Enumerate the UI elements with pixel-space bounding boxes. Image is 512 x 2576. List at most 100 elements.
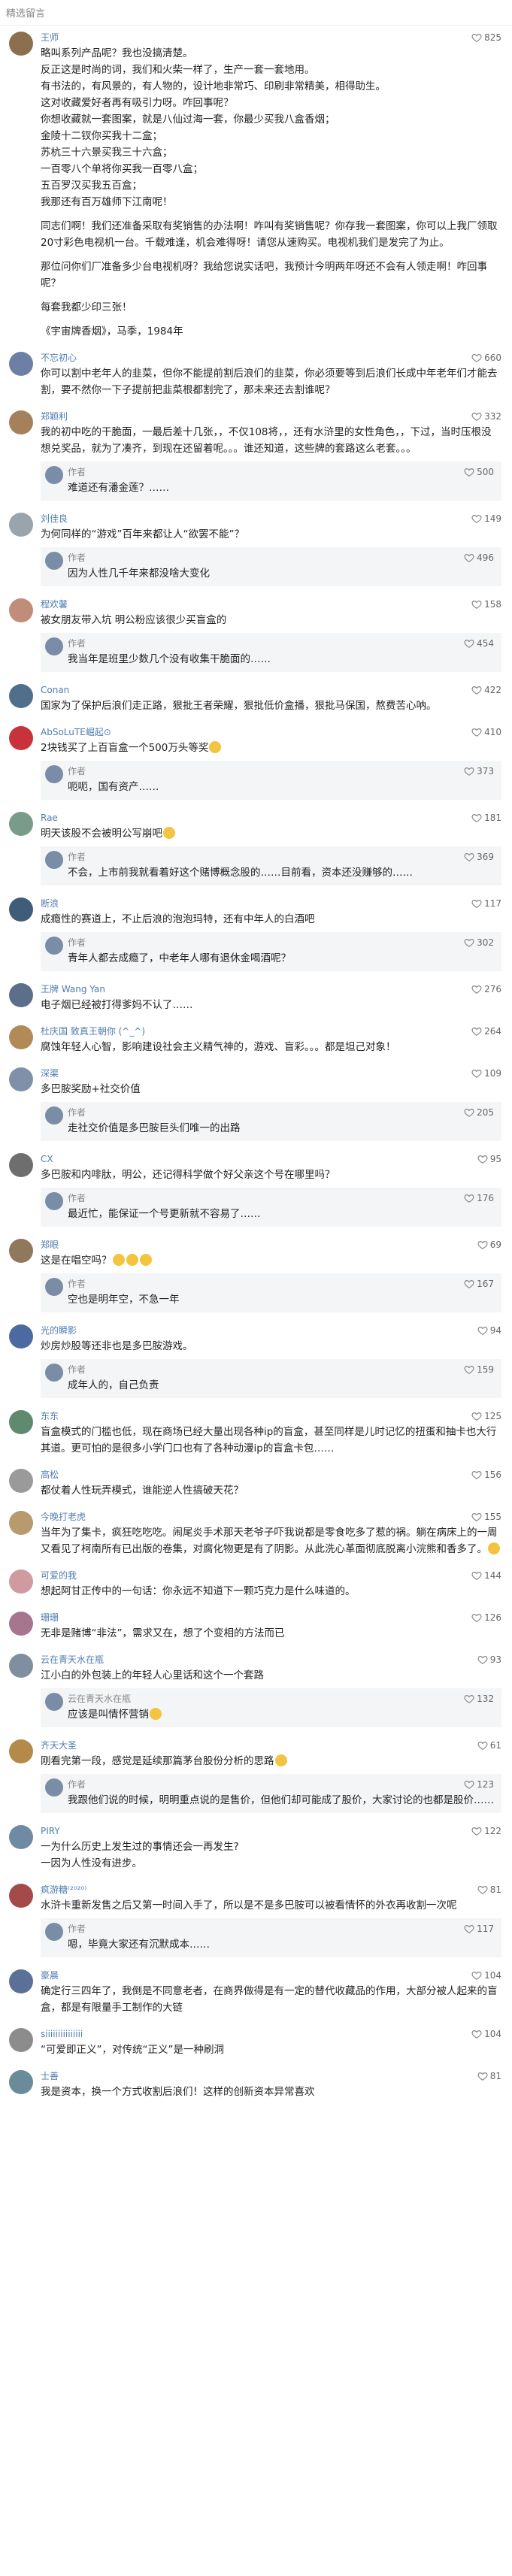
heart-icon	[471, 813, 482, 823]
like-button[interactable]: 95	[477, 1152, 501, 1167]
like-button[interactable]: 410	[471, 725, 501, 740]
avatar[interactable]	[9, 598, 33, 622]
like-button[interactable]: 117	[471, 896, 501, 911]
like-button[interactable]: 276	[471, 982, 501, 997]
comment-author[interactable]: 齐天大圣	[41, 1738, 501, 1753]
like-button[interactable]: 205	[464, 1105, 494, 1120]
like-button[interactable]: 176	[464, 1191, 494, 1206]
like-button[interactable]: 81	[477, 2069, 501, 2084]
avatar[interactable]	[9, 1239, 33, 1263]
like-button[interactable]: 825	[471, 30, 501, 45]
like-button[interactable]: 123	[464, 1777, 494, 1792]
comment-author[interactable]: 珊珊	[41, 1610, 501, 1625]
like-button[interactable]: 61	[477, 1738, 501, 1753]
comment-author[interactable]: 刘佳良	[41, 511, 501, 526]
avatar[interactable]	[9, 1067, 33, 1091]
like-button[interactable]: 104	[471, 2027, 501, 2042]
comment-author[interactable]: AbSoLuTE崛起⊙	[41, 725, 501, 740]
like-button[interactable]: 159	[464, 1362, 494, 1377]
avatar[interactable]	[9, 1969, 33, 1993]
avatar[interactable]	[9, 1739, 33, 1763]
like-button[interactable]: 496	[464, 550, 494, 565]
like-button[interactable]: 81	[477, 1882, 501, 1897]
like-button[interactable]: 454	[464, 636, 494, 651]
like-button[interactable]: 369	[464, 849, 494, 864]
comment-author[interactable]: 疯游糖⁽²⁰²⁰⁾	[41, 1882, 501, 1897]
comment-author[interactable]: 深渠	[41, 1066, 501, 1081]
comment-author[interactable]: 郑眼	[41, 1237, 501, 1252]
like-button[interactable]: 500	[464, 465, 494, 480]
comment-author[interactable]: 程欢馨	[41, 597, 501, 612]
avatar[interactable]	[9, 2070, 33, 2094]
like-button[interactable]: 373	[464, 764, 494, 779]
comment-author[interactable]: 杜庆国 致真王朝你 (^_^)	[41, 1024, 501, 1039]
like-button[interactable]: 660	[471, 350, 501, 365]
comment-list: 王师 825 略叫系列产品呢？我也没搞清楚。 反正这是时尚的词，我们和火柴一样了，生产…	[0, 26, 512, 2106]
like-button[interactable]: 132	[464, 1691, 494, 1706]
comment-author[interactable]: 王牌 Wang Yan	[41, 982, 501, 997]
comment-author[interactable]: 断浪	[41, 896, 501, 911]
avatar[interactable]	[9, 812, 33, 836]
avatar[interactable]	[9, 1410, 33, 1434]
comment-author[interactable]: 王师	[41, 30, 501, 45]
comment-author[interactable]: PIRY	[41, 1824, 501, 1839]
comment-author[interactable]: 今晚打老虎	[41, 1509, 501, 1524]
avatar[interactable]	[9, 1570, 33, 1594]
like-button[interactable]: 302	[464, 935, 494, 950]
avatar[interactable]	[9, 684, 33, 708]
comment-author[interactable]: Conan	[41, 683, 501, 698]
like-button[interactable]: 109	[471, 1066, 501, 1081]
like-button[interactable]: 104	[471, 1968, 501, 1983]
heart-icon	[471, 599, 482, 610]
avatar[interactable]	[9, 32, 33, 56]
comment-author[interactable]: 高松	[41, 1467, 501, 1482]
comment-author[interactable]: 郑颖利	[41, 409, 501, 424]
comment-author[interactable]: 云在青天水在瓶	[41, 1652, 501, 1667]
like-button[interactable]: 167	[464, 1276, 494, 1291]
comment-author[interactable]: 可爱的我	[41, 1568, 501, 1583]
comment-author[interactable]: CX	[41, 1152, 501, 1167]
avatar[interactable]	[9, 1324, 33, 1349]
like-button[interactable]: 264	[471, 1024, 501, 1039]
avatar[interactable]	[9, 2028, 33, 2052]
comment-author[interactable]: 不忘初心	[41, 350, 501, 365]
like-button[interactable]: 149	[471, 511, 501, 526]
avatar[interactable]	[9, 1025, 33, 1049]
comment-author[interactable]: 东东	[41, 1409, 501, 1424]
comment-text: 成瘾性的赛道上，不止后浪的泡泡玛特，还有中年人的白酒吧	[41, 913, 315, 925]
like-button[interactable]: 93	[477, 1652, 501, 1667]
like-button[interactable]: 155	[471, 1509, 501, 1524]
comment-author[interactable]: 光的瞬影	[41, 1323, 501, 1338]
like-button[interactable]: 181	[471, 810, 501, 825]
avatar[interactable]	[9, 1511, 33, 1535]
like-button[interactable]: 422	[471, 683, 501, 698]
avatar[interactable]	[9, 352, 33, 376]
like-button[interactable]: 144	[471, 1568, 501, 1583]
comment-author[interactable]: 士善	[41, 2069, 501, 2084]
avatar[interactable]	[9, 1153, 33, 1177]
avatar[interactable]	[9, 410, 33, 434]
like-button[interactable]: 332	[471, 409, 501, 424]
avatar[interactable]	[9, 1654, 33, 1678]
like-button[interactable]: 126	[471, 1610, 501, 1625]
avatar[interactable]	[9, 983, 33, 1007]
heart-icon	[464, 1364, 474, 1375]
avatar[interactable]	[9, 898, 33, 922]
avatar[interactable]	[9, 1884, 33, 1908]
like-button[interactable]: 156	[471, 1467, 501, 1482]
comment-author[interactable]: siiiiiiiiiiiiiii	[41, 2027, 501, 2042]
like-button[interactable]: 125	[471, 1409, 501, 1424]
like-button[interactable]: 69	[477, 1237, 501, 1252]
avatar[interactable]	[9, 1612, 33, 1636]
avatar[interactable]	[9, 726, 33, 750]
avatar[interactable]	[9, 1469, 33, 1493]
comment-author[interactable]: Rae	[41, 810, 501, 825]
avatar[interactable]	[9, 513, 33, 537]
like-button[interactable]: 117	[464, 1921, 494, 1936]
like-button[interactable]: 94	[477, 1323, 501, 1338]
like-button[interactable]: 158	[471, 597, 501, 612]
avatar[interactable]	[9, 1825, 33, 1849]
like-button[interactable]: 122	[471, 1824, 501, 1839]
comment-author[interactable]: 豪晨	[41, 1968, 501, 1983]
heart-icon	[471, 1570, 482, 1581]
